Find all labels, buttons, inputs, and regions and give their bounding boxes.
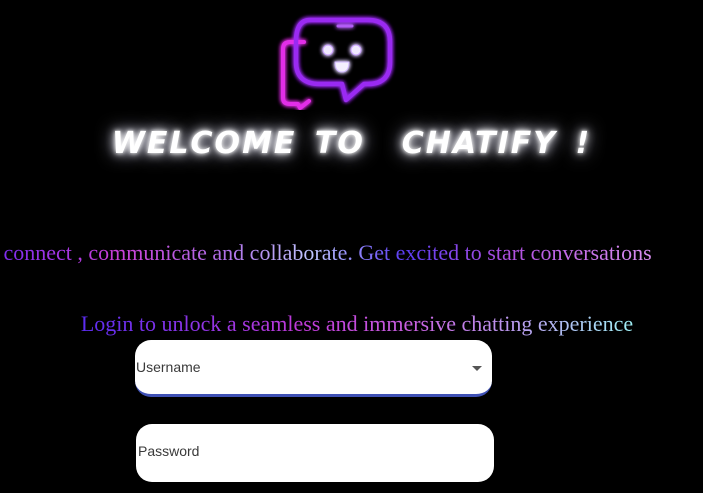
username-field[interactable]: Username — [135, 340, 492, 397]
login-subtitle: Login to unlock a seamless and immersive… — [0, 279, 703, 339]
chat-bubble-robot-icon — [281, 17, 393, 110]
chatify-logo — [276, 10, 400, 110]
caret-down-icon[interactable] — [472, 366, 482, 371]
tagline-text: connect , communicate and collaborate. G… — [0, 238, 652, 268]
tagline-marquee: connect , communicate and collaborate. G… — [0, 238, 703, 268]
welcome-title: WELCOME TO CHATIFY ! — [111, 126, 592, 161]
password-label: Password — [138, 443, 200, 459]
login-subtitle-text: Login to unlock a seamless and immersive… — [80, 311, 634, 336]
username-label: Username — [136, 359, 201, 375]
password-field[interactable]: Password — [136, 424, 494, 482]
